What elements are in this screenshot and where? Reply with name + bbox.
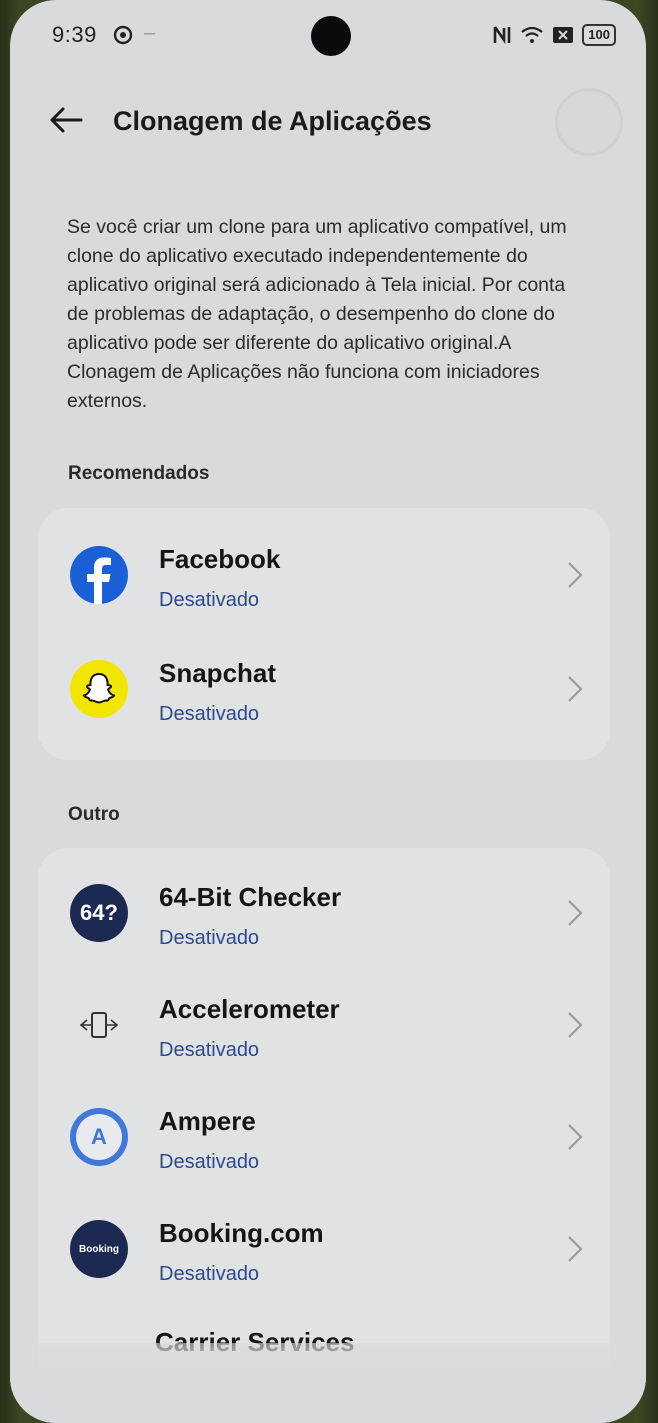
icon-label: 64? (80, 900, 118, 925)
wifi-icon (521, 26, 543, 43)
battery-icon: 100 (582, 24, 616, 46)
back-button[interactable] (46, 100, 86, 140)
app-name: Facebook (159, 544, 281, 574)
app-name: Accelerometer (159, 994, 340, 1024)
app-row-snapchat[interactable]: Snapchat Desativado (38, 634, 610, 746)
app-name: Snapchat (159, 658, 277, 688)
status-icons: 100 (492, 24, 616, 46)
ampere-icon: A (70, 1108, 128, 1166)
settings-notification-icon (113, 25, 133, 45)
app-status: Desativado (159, 1263, 260, 1285)
chevron-right-icon (568, 1012, 583, 1038)
app-row-64bit-checker[interactable]: 64? 64-Bit Checker Desativado (38, 858, 610, 970)
app-status: Desativado (159, 1039, 260, 1061)
chevron-right-icon (568, 676, 583, 702)
snapchat-icon (70, 660, 128, 718)
icon-label: A (91, 1124, 107, 1149)
description-text: Se você criar um clone para um aplicativ… (67, 216, 567, 412)
page-title: Clonagem de Aplicações (113, 106, 432, 136)
phone-screen: 9:39 – 100 Clonagem de Aplicações Se voc… (10, 0, 646, 1423)
chevron-right-icon (568, 1236, 583, 1262)
status-bar: 9:39 – 100 (10, 0, 646, 72)
app-row-ampere[interactable]: A Ampere Desativado (38, 1082, 610, 1194)
facebook-icon (70, 546, 128, 604)
section-title-other: Outro (68, 804, 120, 825)
section-title-recommended: Recomendados (68, 463, 210, 484)
app-row-accelerometer[interactable]: Accelerometer Desativado (38, 970, 610, 1082)
64bit-checker-icon: 64? (70, 884, 128, 942)
chevron-right-icon (568, 900, 583, 926)
app-header: Clonagem de Aplicações (10, 80, 646, 164)
app-name: Booking.com (159, 1218, 324, 1248)
icon-label: Booking (79, 1243, 119, 1255)
accelerometer-icon (70, 996, 128, 1054)
app-name: 64-Bit Checker (159, 882, 342, 912)
sim-card-icon (553, 27, 574, 43)
chevron-right-icon (568, 1124, 583, 1150)
app-row-booking[interactable]: Booking Booking.com Desativado (38, 1194, 610, 1306)
chevron-right-icon (568, 562, 583, 588)
other-apps-card: 64? 64-Bit Checker Desativado Accelerome… (38, 848, 610, 1408)
status-more-indicator: – (144, 22, 156, 44)
front-camera (311, 16, 351, 56)
navigation-bar (10, 1343, 646, 1423)
ampere-inner-circle: A (76, 1114, 122, 1160)
status-time: 9:39 (52, 22, 97, 47)
recommended-apps-card: Facebook Desativado Snapchat Desativado (38, 508, 610, 760)
back-arrow-icon (50, 107, 83, 133)
nfc-icon (493, 26, 511, 45)
app-status: Desativado (159, 589, 260, 611)
assistive-touch-button[interactable] (555, 88, 623, 156)
app-status: Desativado (159, 703, 260, 725)
app-row-facebook[interactable]: Facebook Desativado (38, 520, 610, 632)
app-status: Desativado (159, 1151, 260, 1173)
app-name: Ampere (159, 1106, 256, 1136)
app-status: Desativado (159, 927, 260, 949)
booking-icon: Booking (70, 1220, 128, 1278)
